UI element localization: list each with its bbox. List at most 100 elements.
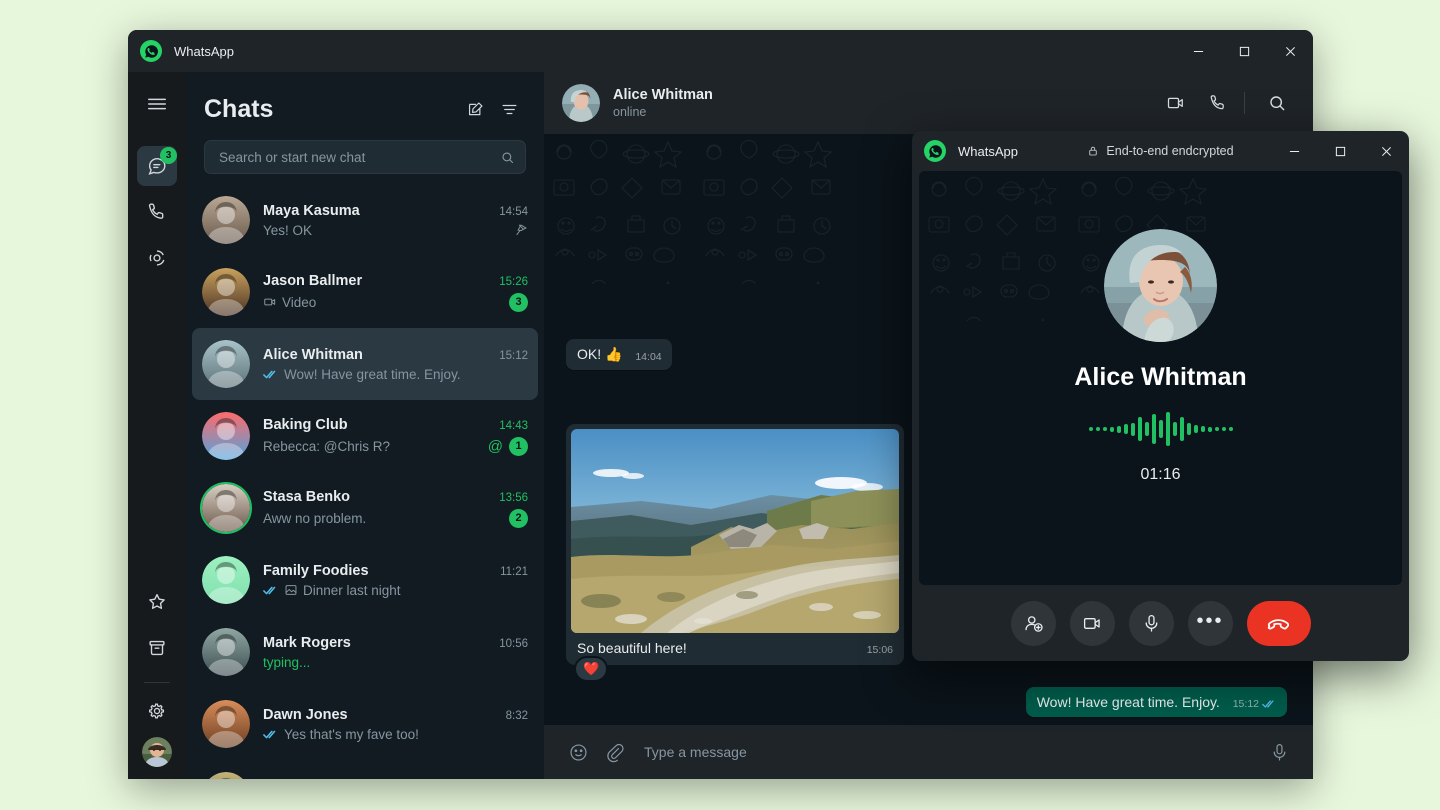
waveform-bar	[1131, 423, 1135, 436]
audio-waveform	[1089, 412, 1233, 446]
chat-name: Stasa Benko	[263, 489, 491, 505]
end-call-button[interactable]	[1247, 601, 1311, 646]
add-participant-button[interactable]	[1011, 601, 1056, 646]
waveform-bar	[1089, 427, 1093, 431]
hamburger-menu-icon[interactable]	[137, 84, 177, 124]
waveform-bar	[1187, 423, 1191, 435]
chat-preview: Aww no problem.	[263, 511, 501, 526]
toggle-video-button[interactable]	[1070, 601, 1115, 646]
waveform-bar	[1208, 427, 1212, 432]
chats-unread-badge: 3	[160, 147, 177, 164]
chat-list-item[interactable]: Mark Rogers10:56typing...	[192, 616, 538, 688]
search-input[interactable]	[219, 150, 500, 165]
contact-avatar[interactable]	[562, 84, 600, 122]
message-bubble-media[interactable]: So beautiful here! 15:06 ❤️	[566, 424, 904, 665]
message-text: Wow! Have great time. Enjoy.	[1037, 694, 1220, 710]
waveform-bar	[1180, 417, 1184, 441]
settings-gear-icon[interactable]	[137, 691, 177, 731]
chat-timestamp: 15:26	[499, 276, 528, 288]
close-icon[interactable]	[1363, 131, 1409, 171]
avatar[interactable]	[202, 772, 250, 779]
call-window-controls	[1271, 131, 1409, 171]
avatar[interactable]	[202, 628, 250, 676]
minimize-icon[interactable]	[1271, 131, 1317, 171]
video-camera-icon	[263, 295, 277, 309]
minimize-icon[interactable]	[1175, 30, 1221, 72]
chat-list-item[interactable]: Stasa Benko13:56Aww no problem.2	[192, 472, 538, 544]
waveform-bar	[1138, 417, 1142, 441]
search-box[interactable]	[204, 140, 526, 174]
waveform-bar	[1166, 412, 1170, 446]
waveform-bar	[1222, 427, 1226, 431]
avatar[interactable]	[202, 484, 250, 532]
avatar[interactable]	[202, 268, 250, 316]
navigation-rail: 3	[128, 72, 186, 779]
chat-name: Maya Kasuma	[263, 203, 491, 219]
chat-list-item[interactable]: Baking Club14:43Rebecca: @Chris R?@1	[192, 400, 538, 472]
header-divider	[1244, 92, 1245, 114]
more-options-button[interactable]: •••	[1188, 601, 1233, 646]
message-composer	[544, 725, 1313, 779]
chat-list-item[interactable]: Ziggy Woodley8:12	[192, 760, 538, 779]
chat-row-meta	[514, 223, 528, 237]
chat-list-item[interactable]: Dawn Jones8:32Yes that's my fave too!	[192, 688, 538, 760]
maximize-icon[interactable]	[1317, 131, 1363, 171]
read-receipt-double-check-icon	[263, 585, 279, 596]
waveform-bar	[1145, 422, 1149, 436]
avatar[interactable]	[202, 412, 250, 460]
caller-name: Alice Whitman	[1074, 363, 1246, 392]
chat-timestamp: 13:56	[499, 492, 528, 504]
user-profile-avatar[interactable]	[142, 737, 172, 767]
close-icon[interactable]	[1267, 30, 1313, 72]
main-titlebar: WhatsApp	[128, 30, 1313, 72]
mountain-landscape-photo[interactable]	[571, 429, 899, 633]
sidebar-item-chats[interactable]: 3	[137, 146, 177, 186]
search-icon[interactable]	[500, 150, 515, 165]
message-bubble-outgoing-last[interactable]: Wow! Have great time. Enjoy. 15:12	[1026, 687, 1287, 717]
avatar[interactable]	[202, 340, 250, 388]
avatar[interactable]	[202, 196, 250, 244]
chat-preview: Yes! OK	[263, 223, 506, 238]
archive-icon[interactable]	[137, 628, 177, 668]
read-receipt-double-check-icon	[263, 729, 279, 740]
sidebar-item-status[interactable]	[137, 238, 177, 278]
video-call-icon[interactable]	[1158, 85, 1194, 121]
waveform-bar	[1117, 426, 1121, 433]
chat-list-item[interactable]: Alice Whitman15:12Wow! Have great time. …	[192, 328, 538, 400]
chat-list-item[interactable]: Family Foodies11:21Dinner last night	[192, 544, 538, 616]
compose-new-chat-icon[interactable]	[458, 92, 492, 126]
more-options-icon: •••	[1196, 621, 1223, 626]
sidebar-item-calls[interactable]	[137, 192, 177, 232]
avatar[interactable]	[202, 556, 250, 604]
voice-call-icon[interactable]	[1200, 85, 1236, 121]
chat-preview: Rebecca: @Chris R?	[263, 439, 480, 454]
chat-list-item[interactable]: Maya Kasuma14:54Yes! OK	[192, 184, 538, 256]
attachment-paperclip-icon[interactable]	[596, 734, 632, 770]
message-reaction-badge[interactable]: ❤️	[574, 656, 608, 682]
chat-preview: typing...	[263, 655, 520, 670]
chat-list-item[interactable]: Jason Ballmer15:26Video3	[192, 256, 538, 328]
starred-messages-star-icon[interactable]	[137, 582, 177, 622]
photo-icon	[284, 583, 298, 597]
chat-list-pane: Chats Maya Kasuma14:54Yes! OKJason Ballm	[186, 72, 544, 779]
maximize-icon[interactable]	[1221, 30, 1267, 72]
toggle-mute-button[interactable]	[1129, 601, 1174, 646]
timestamp-text: 15:12	[1233, 698, 1259, 710]
message-timestamp: 15:12	[1233, 698, 1277, 710]
search-in-chat-icon[interactable]	[1259, 85, 1295, 121]
waveform-bar	[1096, 427, 1100, 431]
unread-count-badge: 3	[509, 293, 528, 312]
media-timestamp: 15:06	[867, 644, 893, 656]
chat-row-meta: 3	[509, 293, 528, 312]
call-duration-timer: 01:16	[1140, 466, 1180, 484]
waveform-bar	[1215, 427, 1219, 431]
chat-list[interactable]: Maya Kasuma14:54Yes! OKJason Ballmer15:2…	[186, 184, 544, 779]
message-input[interactable]	[644, 744, 1249, 760]
chat-timestamp: 15:12	[499, 350, 528, 362]
waveform-bar	[1159, 420, 1163, 438]
message-bubble-incoming-ok[interactable]: OK! 👍 14:04	[566, 339, 672, 370]
emoji-icon[interactable]	[560, 734, 596, 770]
microphone-icon[interactable]	[1261, 734, 1297, 770]
filter-icon[interactable]	[492, 92, 526, 126]
avatar[interactable]	[202, 700, 250, 748]
